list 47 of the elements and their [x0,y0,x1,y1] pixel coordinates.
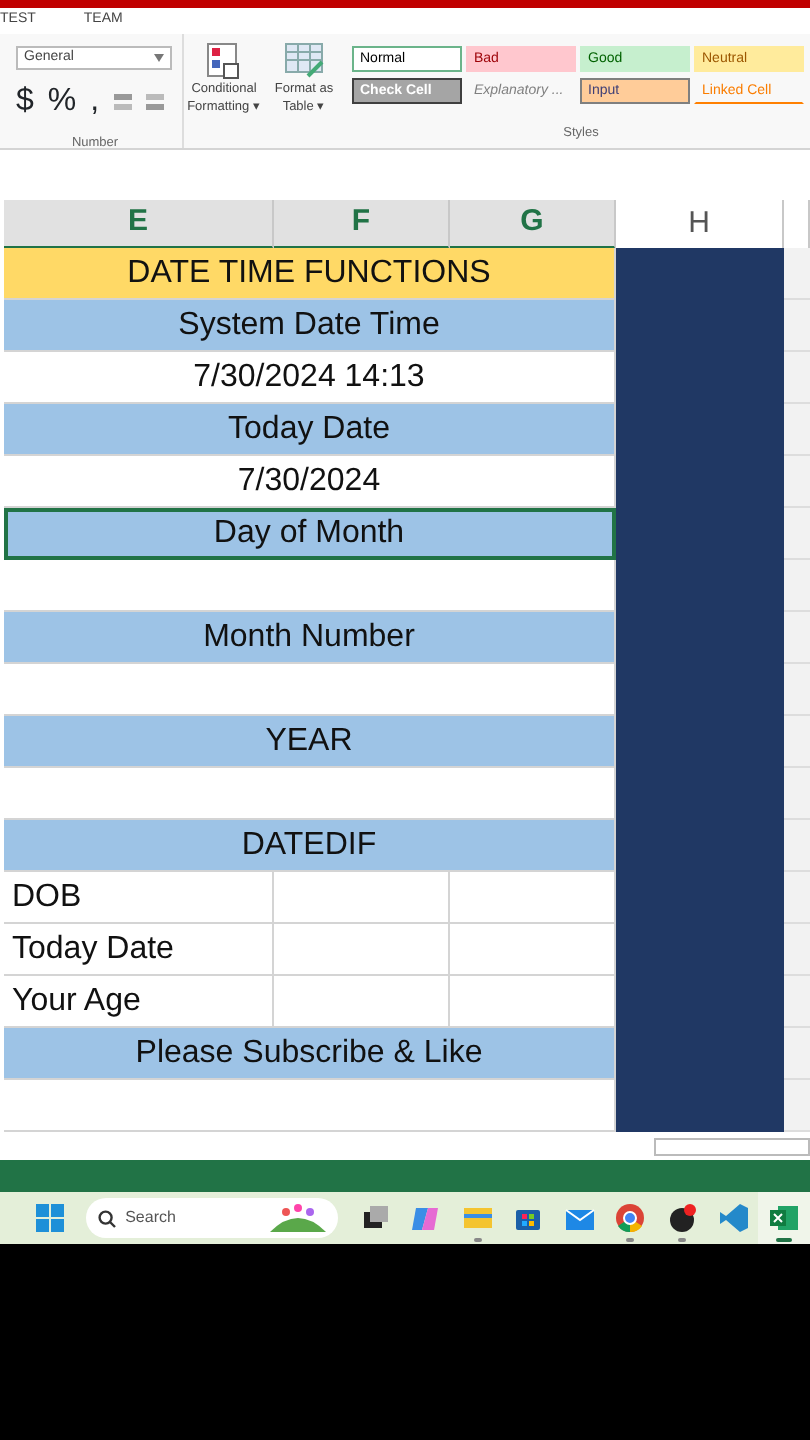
table-cell: Please Subscribe & Like [4,1028,616,1080]
table-cell: Your Age [4,976,274,1028]
format-button[interactable]: % [47,78,77,126]
table-cell: Day of Month [4,508,616,560]
column-header[interactable]: F [274,200,450,249]
table-cell: DATE TIME FUNCTIONS [4,248,616,300]
decrease-decimal-icon [145,94,164,110]
table-cell: System Date Time [4,300,616,352]
hills-icon [269,1204,326,1232]
table-cell: 7/30/2024 [4,456,616,508]
column-header[interactable]: E [4,200,274,249]
format-button[interactable]: , [90,78,100,126]
table-cell: Today Date [4,924,274,976]
table-cell: Month Number [4,612,616,664]
table-cell [784,404,810,456]
table-cell [784,976,810,1028]
table-cell: DOB [4,872,274,924]
table-cell [784,248,810,300]
table-cell [784,352,810,404]
increase-decimal-icon [113,94,132,110]
scroll-bar[interactable] [654,1137,810,1155]
table-cell: YEAR [4,716,616,768]
table-cell [784,300,810,352]
table-cell [784,456,810,508]
table-cell [784,716,810,768]
table-cell [784,560,810,612]
search-icon [97,1209,116,1227]
taskview-icon [359,1202,392,1234]
caret-icon [154,54,164,62]
table-cell [784,820,810,872]
table-cell [784,1028,810,1080]
table-cell [784,872,810,924]
table-cell: DATEDIF [4,820,616,872]
table-cell [784,612,810,664]
table-cell [784,508,810,560]
table-cell: 7/30/2024 14:13 [4,352,616,404]
column-header[interactable]: G [450,200,616,249]
table-cell: Today Date [4,404,616,456]
search-button[interactable]: Search [85,1198,338,1238]
table-cell [784,768,810,820]
table-cell [784,1080,810,1132]
format-button[interactable]: $ [16,78,34,126]
conditional-icon [204,42,244,80]
table-icon [284,42,324,80]
windows-icon [35,1204,64,1232]
table-cell [784,924,810,976]
table-cell [784,664,810,716]
